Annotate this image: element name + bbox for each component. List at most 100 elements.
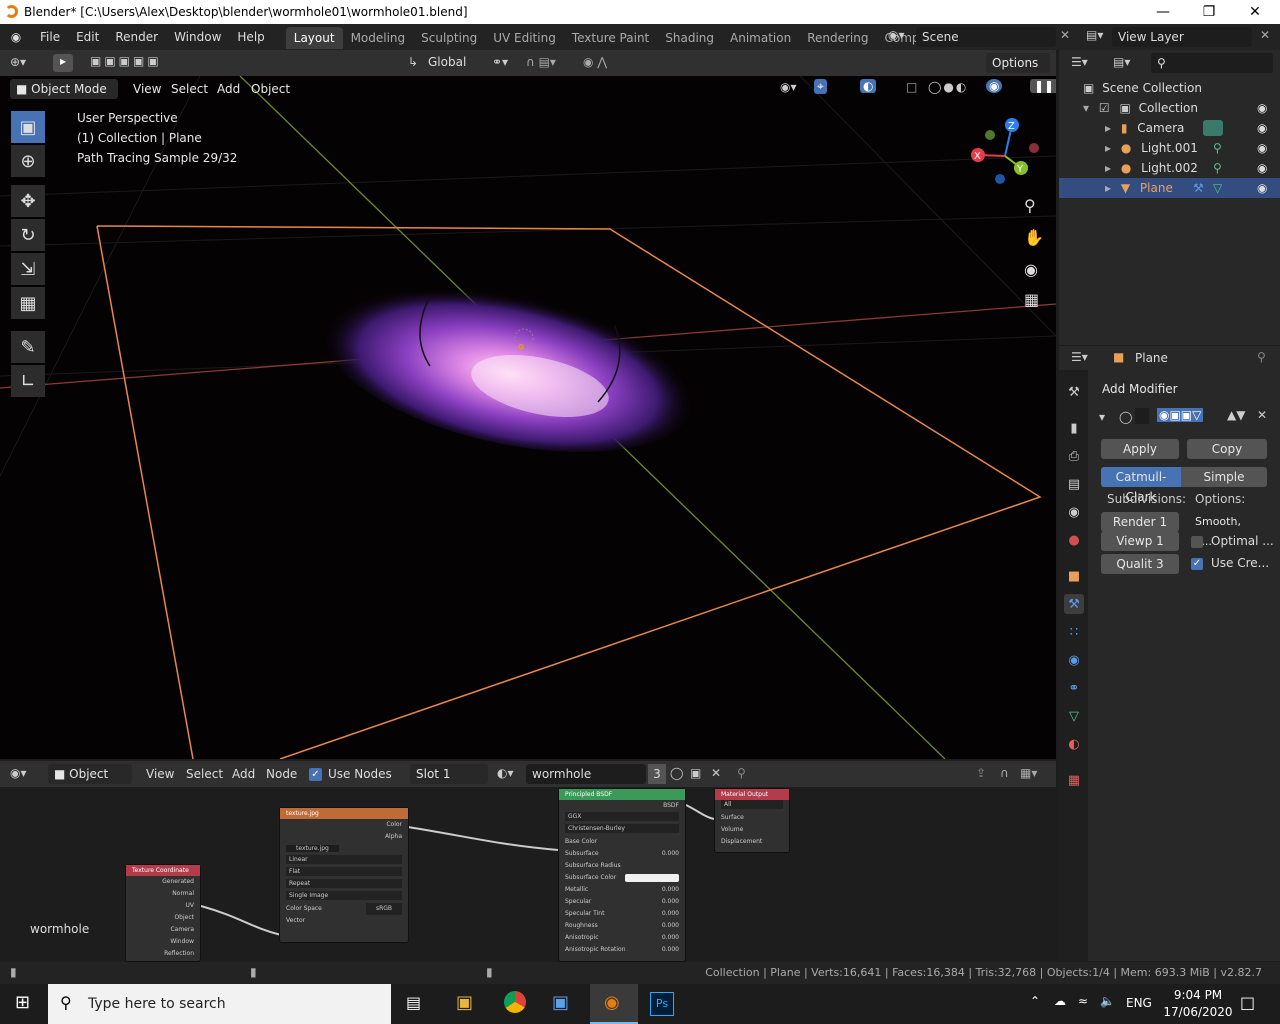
pan-hand-icon[interactable]: ✋ [1024, 228, 1044, 247]
modifier-tab-icon[interactable]: ⚒ [1064, 594, 1084, 614]
expand-icon[interactable]: ▸ [1105, 181, 1111, 195]
viewport-menu-select[interactable]: Select [171, 82, 208, 96]
render-tab-icon[interactable]: ▮ [1064, 418, 1084, 438]
language-indicator[interactable]: ENG [1126, 996, 1152, 1010]
viewport-menu-object[interactable]: Object [251, 82, 290, 96]
tool-tab-icon[interactable]: ⚒ [1064, 382, 1084, 402]
eye-icon[interactable]: ◉ [1257, 98, 1267, 118]
node-menu-select[interactable]: Select [186, 767, 223, 781]
light-data-icon[interactable]: ⚲ [1213, 138, 1222, 158]
bsdf-input-row[interactable]: Subsurface 0.000 [559, 848, 685, 860]
transform-tool-icon[interactable]: ▦ [11, 287, 45, 319]
remote-desktop-icon[interactable]: ▣ [552, 992, 569, 1013]
particles-tab-icon[interactable]: ∷ [1064, 622, 1084, 642]
scene-selector[interactable]: Scene [916, 27, 1056, 47]
pivot-icon[interactable]: ⚭▾ [492, 55, 508, 69]
viewport-menu-view[interactable]: View [133, 82, 161, 96]
node-menu-node[interactable]: Node [266, 767, 297, 781]
outliner-item-collection[interactable]: ▾ ☑ ▣ Collection ◉ [1059, 98, 1280, 118]
material-users-count[interactable]: 3 [648, 764, 666, 784]
expand-icon[interactable]: ▸ [1105, 161, 1111, 175]
tab-animation[interactable]: Animation [722, 27, 799, 49]
colorspace-dropdown[interactable]: sRGB [365, 903, 402, 915]
physics-tab-icon[interactable]: ◉ [1064, 650, 1084, 670]
move-tool-icon[interactable]: ✥ [11, 185, 45, 217]
use-nodes-checkbox[interactable]: ✓ [309, 768, 322, 781]
pin-icon[interactable]: ⚲ [737, 766, 746, 780]
output-target-dropdown[interactable]: All [721, 800, 783, 809]
3d-viewport[interactable]: ■ Object Mode View Select Add Object ◉▾ … [0, 76, 1056, 759]
menu-file[interactable]: File [32, 24, 68, 50]
output-tab-icon[interactable]: ⎙ [1064, 446, 1084, 466]
modifier-wrench-icon[interactable]: ⚒ [1193, 178, 1204, 198]
chrome-icon[interactable] [504, 991, 526, 1013]
camera-view-icon[interactable]: ◉ [1024, 260, 1038, 279]
snap-target-icon[interactable]: ▦▾ [1020, 766, 1037, 780]
minimize-button[interactable]: — [1140, 0, 1186, 24]
data-tab-icon[interactable]: ▽ [1064, 706, 1084, 726]
notifications-icon[interactable]: □ [1240, 993, 1255, 1012]
taskbar-search-box[interactable]: ⚲ Type here to search [48, 984, 391, 1024]
orientation-dropdown[interactable]: Global [428, 55, 466, 69]
node-editor-type-icon[interactable]: ◉▾ [10, 766, 27, 780]
menu-help[interactable]: Help [229, 24, 272, 50]
catmull-clark-button[interactable]: Catmull-Clark [1101, 467, 1181, 504]
bsdf-input-row[interactable]: Subsurface Radius [559, 860, 685, 872]
windows-start-icon[interactable]: ⊞ [15, 992, 30, 1013]
outliner-item-light-002[interactable]: ▸ ● Light.002 ⚲ ◉ [1059, 158, 1280, 178]
object-tab-icon[interactable]: ■ [1064, 566, 1084, 586]
close-view-layer-icon[interactable]: ✕ [1260, 28, 1270, 42]
apply-button[interactable]: Apply [1101, 439, 1179, 459]
viewport-levels-field[interactable]: Viewp 1 [1101, 531, 1179, 551]
expand-icon[interactable]: ▸ [1105, 121, 1111, 135]
pin-icon[interactable]: ⚲ [1257, 350, 1266, 364]
viewport-menu-add[interactable]: Add [217, 82, 240, 96]
gizmo-toggle-icon[interactable]: ⌖ [814, 79, 827, 94]
select-tool-icon[interactable]: ▸ [53, 54, 73, 72]
pause-render-icon[interactable]: ❚❚ [1030, 79, 1056, 93]
camera-data-icon[interactable] [1203, 120, 1223, 136]
outliner-type-icon[interactable]: ☰▾ [1071, 55, 1088, 69]
annotate-tool-icon[interactable]: ✎ [11, 331, 45, 363]
close-window-button[interactable]: ✕ [1232, 0, 1278, 24]
add-modifier-dropdown[interactable]: Add Modifier [1096, 379, 1270, 399]
world-tab-icon[interactable]: ● [1064, 530, 1084, 550]
subsurface-color-swatch[interactable] [625, 874, 679, 882]
cursor-tool-icon[interactable]: ⊕ [11, 145, 45, 177]
eye-icon[interactable]: ◉ [1257, 118, 1267, 138]
outliner-item-plane[interactable]: ▸ ▼ Plane ⚒ ▽ ◉ [1059, 178, 1280, 198]
navigation-gizmo[interactable]: Z Y X [965, 114, 1045, 194]
overlay-toggle-icon[interactable]: ◐ [860, 79, 877, 93]
projection-dropdown[interactable]: Flat [286, 867, 402, 876]
outliner-search-input[interactable]: ⚲ [1151, 53, 1273, 73]
tray-chevron-icon[interactable]: ⌃ [1030, 994, 1040, 1008]
maximize-button[interactable]: ❐ [1186, 0, 1232, 24]
render-levels-field[interactable]: Render 1 [1101, 512, 1179, 532]
modifier-display-toggles[interactable]: ◉▣▣▽ [1157, 408, 1204, 422]
volume-icon[interactable]: 🔈 [1100, 994, 1115, 1008]
snap-icon[interactable]: ∩ ▤▾ [526, 55, 556, 69]
view-layer-tab-icon[interactable]: ▤ [1064, 474, 1084, 494]
node-menu-add[interactable]: Add [232, 767, 255, 781]
select-box-tool-icon[interactable]: ▣ [11, 111, 45, 143]
scene-tab-icon[interactable]: ◉ [1064, 502, 1084, 522]
properties-type-icon[interactable]: ☰▾ [1071, 350, 1088, 364]
extension-dropdown[interactable]: Repeat [286, 879, 402, 888]
node-editor[interactable]: Texture Coordinate Generated Normal UV O… [0, 787, 1056, 962]
expand-icon[interactable]: ▾ [1083, 101, 1089, 115]
snap-icon[interactable]: ∩ [1000, 766, 1009, 780]
outliner-item-light-001[interactable]: ▸ ● Light.001 ⚲ ◉ [1059, 138, 1280, 158]
simple-button[interactable]: Simple [1181, 467, 1267, 487]
view-layer-selector[interactable]: View Layer [1112, 27, 1252, 47]
distribution-dropdown[interactable]: GGX [565, 812, 679, 821]
source-dropdown[interactable]: Single Image [286, 891, 402, 900]
menu-render[interactable]: Render [107, 24, 166, 50]
material-name-field[interactable]: wormhole [526, 764, 646, 784]
outliner-scene-collection[interactable]: ▣ Scene Collection [1059, 78, 1280, 98]
options-dropdown[interactable]: Options [986, 53, 1050, 73]
subsurface-method-dropdown[interactable]: Christensen-Burley [565, 824, 679, 833]
zoom-icon[interactable]: ⚲ [1024, 196, 1036, 215]
shading-mode-icons[interactable]: ◯●◐ [928, 80, 968, 94]
uv-smooth-dropdown[interactable]: Smooth, k... [1189, 512, 1267, 548]
material-browse-icon[interactable]: ◐▾ [497, 766, 514, 780]
